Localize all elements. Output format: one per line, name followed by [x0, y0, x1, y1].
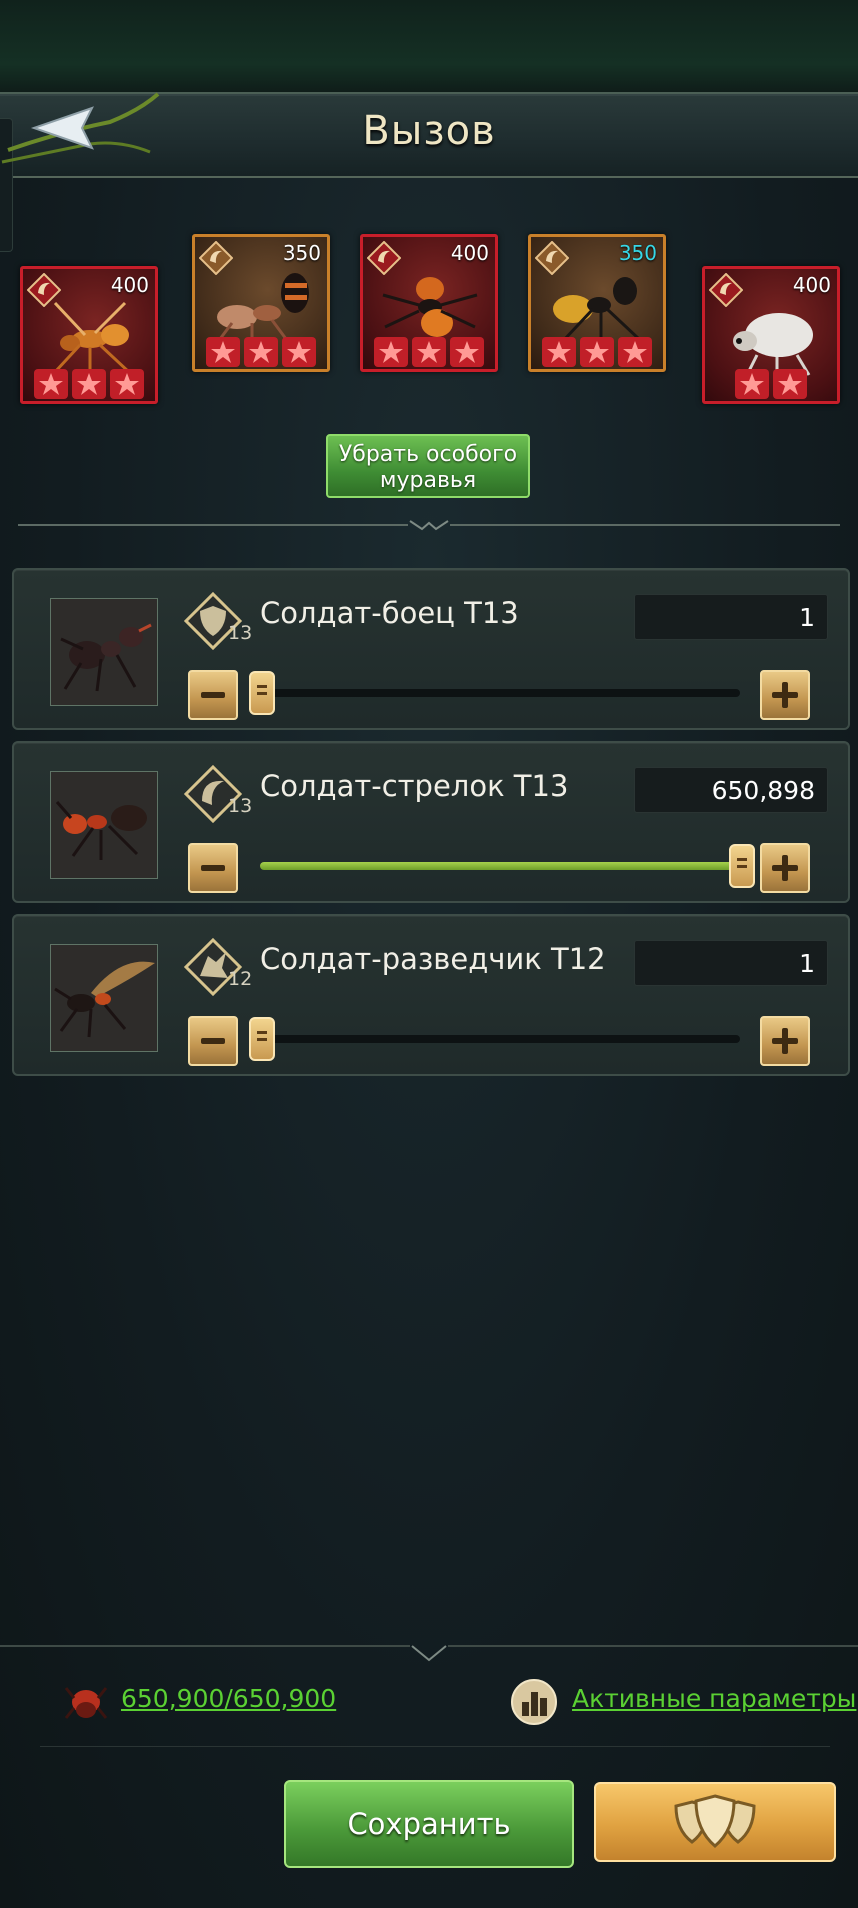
star-icon: [412, 337, 446, 367]
fighter-ant-image: [51, 599, 157, 705]
active-params-link[interactable]: Активные параметры: [572, 1684, 856, 1713]
star-icon: [618, 337, 652, 367]
plus-icon: [772, 682, 798, 708]
special-ant-value: 400: [450, 241, 489, 265]
white-fluffy-ant-image: [733, 313, 813, 377]
remove-button-label-line1: Убрать особого: [338, 442, 518, 467]
troop-count-input[interactable]: 1: [634, 594, 828, 640]
footer-divider: [0, 1645, 858, 1662]
star-rating: [195, 337, 327, 367]
increase-button[interactable]: [760, 1016, 810, 1066]
special-ant-value: 400: [792, 273, 831, 297]
troop-name: Солдат-боец T13: [260, 596, 519, 630]
special-ant-2[interactable]: 350: [192, 234, 330, 372]
troop-thumbnail: [50, 944, 158, 1052]
special-ant-1[interactable]: 400: [20, 266, 158, 404]
slider-handle[interactable]: [729, 844, 755, 888]
troop-name: Солдат-разведчик T12: [260, 942, 606, 976]
star-icon: [72, 369, 106, 399]
star-icon: [374, 337, 408, 367]
save-button[interactable]: Сохранить: [284, 1780, 574, 1868]
top-background: [0, 0, 858, 92]
star-rating: [23, 369, 155, 399]
slider-handle[interactable]: [249, 671, 275, 715]
troop-count-input[interactable]: 650,898: [634, 767, 828, 813]
star-icon: [34, 369, 68, 399]
plus-icon: [772, 1028, 798, 1054]
star-icon: [735, 369, 769, 399]
gold-black-ant-image: [553, 277, 641, 345]
troop-tier: 12: [228, 968, 253, 990]
minus-icon: [201, 1038, 225, 1044]
page-title: Вызов: [362, 108, 496, 154]
shields-icon: [674, 1794, 756, 1848]
star-icon: [580, 337, 614, 367]
ant-capacity-icon: [64, 1687, 108, 1719]
increase-button[interactable]: [760, 843, 810, 893]
special-ant-value: 350: [618, 241, 657, 265]
winged-ant-image: [53, 301, 132, 375]
troop-row-fighter: 13 Солдат-боец T13 1: [12, 568, 850, 730]
troop-thumbnail: [50, 771, 158, 879]
star-icon: [244, 337, 278, 367]
troop-tier: 13: [228, 622, 253, 644]
star-icon: [206, 337, 240, 367]
troop-capacity-link[interactable]: 650,900/650,900: [121, 1684, 336, 1713]
star-icon: [773, 369, 807, 399]
plus-icon: [772, 855, 798, 881]
troop-tier: 13: [228, 795, 253, 817]
star-icon: [282, 337, 316, 367]
star-icon: [542, 337, 576, 367]
decrease-button[interactable]: [188, 843, 238, 893]
footer-line: [40, 1746, 830, 1747]
striped-ant-image: [215, 273, 309, 345]
shooter-ant-image: [51, 772, 157, 878]
special-ant-4[interactable]: 350: [528, 234, 666, 372]
special-ant-3[interactable]: 400: [360, 234, 498, 372]
troop-row-shooter: 13 Солдат-стрелок T13 650,898: [12, 741, 850, 903]
star-rating: [363, 337, 495, 367]
minus-icon: [201, 692, 225, 698]
remove-button-label-line2: муравья: [379, 468, 477, 493]
special-ant-value: 350: [282, 241, 321, 265]
scout-ant-image: [51, 945, 157, 1051]
minus-icon: [201, 865, 225, 871]
troop-slider[interactable]: [249, 671, 740, 715]
decrease-button[interactable]: [188, 670, 238, 720]
troop-count-input[interactable]: 1: [634, 940, 828, 986]
troop-slider[interactable]: [249, 1017, 740, 1061]
velvet-ant-image: [382, 277, 478, 337]
star-icon: [110, 369, 144, 399]
special-ant-value: 400: [110, 273, 149, 297]
stats-chart-icon: [511, 1679, 557, 1725]
defense-button[interactable]: [594, 1782, 836, 1862]
troop-row-scout: 12 Солдат-разведчик T12 1: [12, 914, 850, 1076]
decrease-button[interactable]: [188, 1016, 238, 1066]
special-ant-5[interactable]: 400: [702, 266, 840, 404]
section-divider: [18, 520, 840, 531]
slider-handle[interactable]: [249, 1017, 275, 1061]
increase-button[interactable]: [760, 670, 810, 720]
slider-fill: [260, 862, 740, 870]
troop-name: Солдат-стрелок T13: [260, 769, 569, 803]
troop-thumbnail: [50, 598, 158, 706]
star-rating: [531, 337, 663, 367]
remove-special-ant-button[interactable]: Убрать особого муравья: [326, 434, 530, 498]
troop-slider[interactable]: [260, 844, 755, 888]
star-rating: [705, 369, 837, 399]
star-icon: [450, 337, 484, 367]
